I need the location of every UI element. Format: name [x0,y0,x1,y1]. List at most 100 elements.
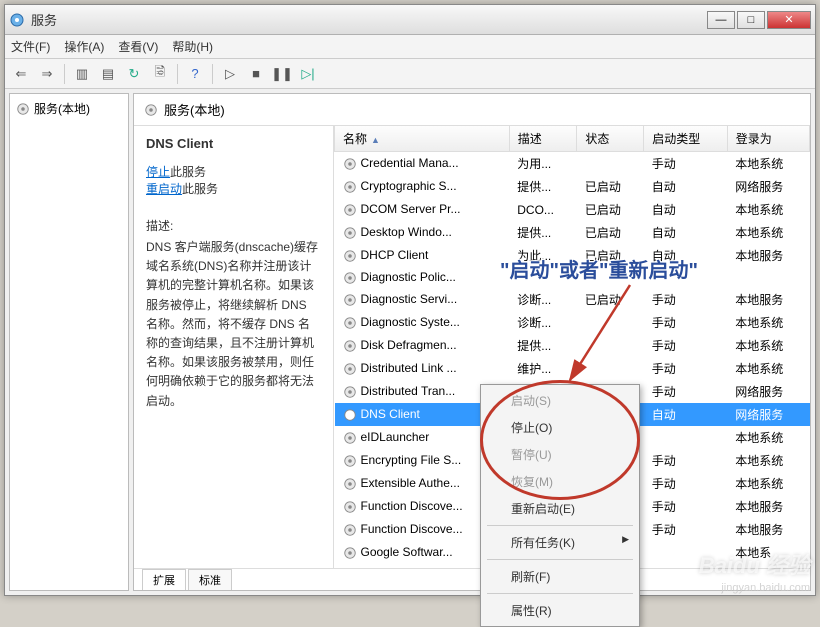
minimize-button[interactable]: — [707,11,735,29]
description-label: 描述: [146,217,321,234]
description-text: DNS 客户端服务(dnscache)缓存域名系统(DNS)名称并注册该计算机的… [146,238,321,411]
cell-startup: 自动 [644,175,728,198]
table-row[interactable]: DCOM Server Pr...DCO...已启动自动本地系统 [335,198,810,221]
help-button[interactable]: ? [183,62,207,86]
cell-desc [509,267,577,288]
export-button[interactable]: ↻ [122,62,146,86]
cell-logon: 本地系统 [727,449,809,472]
cell-startup [644,267,728,288]
cell-startup: 手动 [644,288,728,311]
restart-suffix: 此服务 [182,182,218,196]
cell-name: Cryptographic S... [335,175,510,198]
forward-button[interactable]: ⇒ [35,62,59,86]
table-row[interactable]: Diagnostic Syste...诊断...手动本地系统 [335,311,810,334]
nav-root-item[interactable]: 服务(本地) [14,98,124,119]
ctx-start[interactable]: 启动(S) [483,387,637,414]
services-window: 服务 — □ ✕ 文件(F) 操作(A) 查看(V) 帮助(H) ⇐ ⇒ ▥ ▤… [4,4,816,596]
cell-startup: 手动 [644,152,728,176]
toolbar: ⇐ ⇒ ▥ ▤ ↻ 🗟 ? ▷ ■ ❚❚ ▷| [5,59,815,89]
cell-name: Disk Defragmen... [335,334,510,357]
cell-name: Distributed Link ... [335,357,510,380]
cell-desc: 维护... [509,357,577,380]
nav-root-label: 服务(本地) [34,100,90,117]
ctx-properties[interactable]: 属性(R) [483,597,637,624]
tab-extended[interactable]: 扩展 [142,569,186,590]
start-service-button[interactable]: ▷ [218,62,242,86]
gear-icon [343,180,357,194]
properties-button[interactable]: ▤ [96,62,120,86]
cell-logon: 网络服务 [727,403,809,426]
ctx-stop[interactable]: 停止(O) [483,414,637,441]
gear-icon [144,103,158,117]
table-row[interactable]: Credential Mana...为用...手动本地系统 [335,152,810,176]
restart-service-button[interactable]: ▷| [296,62,320,86]
table-row[interactable]: Cryptographic S...提供...已启动自动网络服务 [335,175,810,198]
table-row[interactable]: DHCP Client为此...已启动自动本地服务 [335,244,810,267]
stop-link[interactable]: 停止 [146,165,170,179]
pause-service-button[interactable]: ❚❚ [270,62,294,86]
cell-startup: 手动 [644,518,728,541]
gear-icon [343,362,357,376]
gear-icon [343,477,357,491]
cell-startup: 自动 [644,198,728,221]
window-controls: — □ ✕ [707,11,811,29]
restart-link[interactable]: 重启动 [146,182,182,196]
col-name-label: 名称 [343,132,367,146]
cell-logon: 网络服务 [727,175,809,198]
body: 服务(本地) 服务(本地) DNS Client 停止此服务 重启动此服务 描述… [5,89,815,595]
service-name-heading: DNS Client [146,136,321,151]
cell-desc: 提供... [509,175,577,198]
gear-icon [343,226,357,240]
services-icon [9,12,25,28]
table-row[interactable]: Diagnostic Polic... [335,267,810,288]
gear-icon [343,523,357,537]
cell-desc: 提供... [509,334,577,357]
cell-logon: 本地服务 [727,495,809,518]
refresh-button[interactable]: 🗟 [148,62,172,86]
stop-service-button[interactable]: ■ [244,62,268,86]
ctx-resume[interactable]: 恢复(M) [483,468,637,495]
split-view: DNS Client 停止此服务 重启动此服务 描述: DNS 客户端服务(dn… [134,126,810,568]
gear-icon [343,546,357,560]
ctx-refresh[interactable]: 刷新(F) [483,563,637,590]
cell-startup: 自动 [644,244,728,267]
cell-name: DHCP Client [335,244,510,267]
close-button[interactable]: ✕ [767,11,811,29]
titlebar[interactable]: 服务 — □ ✕ [5,5,815,35]
menu-action[interactable]: 操作(A) [64,38,104,55]
col-status[interactable]: 状态 [577,126,644,152]
table-row[interactable]: Distributed Link ...维护...手动本地系统 [335,357,810,380]
menu-file[interactable]: 文件(F) [11,38,50,55]
menu-help[interactable]: 帮助(H) [172,38,213,55]
ctx-all-tasks[interactable]: 所有任务(K) [483,529,637,556]
maximize-button[interactable]: □ [737,11,765,29]
cell-logon: 本地系统 [727,311,809,334]
table-row[interactable]: Desktop Windo...提供...已启动自动本地系统 [335,221,810,244]
gear-icon [343,500,357,514]
cell-status: 已启动 [577,288,644,311]
cell-status [577,311,644,334]
table-row[interactable]: Diagnostic Servi...诊断...已启动手动本地服务 [335,288,810,311]
back-button[interactable]: ⇐ [9,62,33,86]
cell-name: Diagnostic Syste... [335,311,510,334]
tab-standard[interactable]: 标准 [188,569,232,590]
toolbar-separator [177,64,178,84]
menu-view[interactable]: 查看(V) [118,38,158,55]
col-logon[interactable]: 登录为 [727,126,809,152]
ctx-pause[interactable]: 暂停(U) [483,441,637,468]
col-name[interactable]: 名称▲ [335,126,510,152]
col-desc[interactable]: 描述 [509,126,577,152]
nav-tree[interactable]: 服务(本地) [9,93,129,591]
ctx-restart[interactable]: 重新启动(E) [483,495,637,522]
cell-desc: 诊断... [509,311,577,334]
gear-icon [343,271,357,285]
cell-startup: 手动 [644,357,728,380]
cell-startup [644,426,728,449]
show-hide-tree-button[interactable]: ▥ [70,62,94,86]
cell-status: 已启动 [577,175,644,198]
cell-logon: 本地服务 [727,518,809,541]
cell-logon: 本地系统 [727,426,809,449]
col-startup[interactable]: 启动类型 [644,126,728,152]
gear-icon [343,157,357,171]
table-row[interactable]: Disk Defragmen...提供...手动本地系统 [335,334,810,357]
